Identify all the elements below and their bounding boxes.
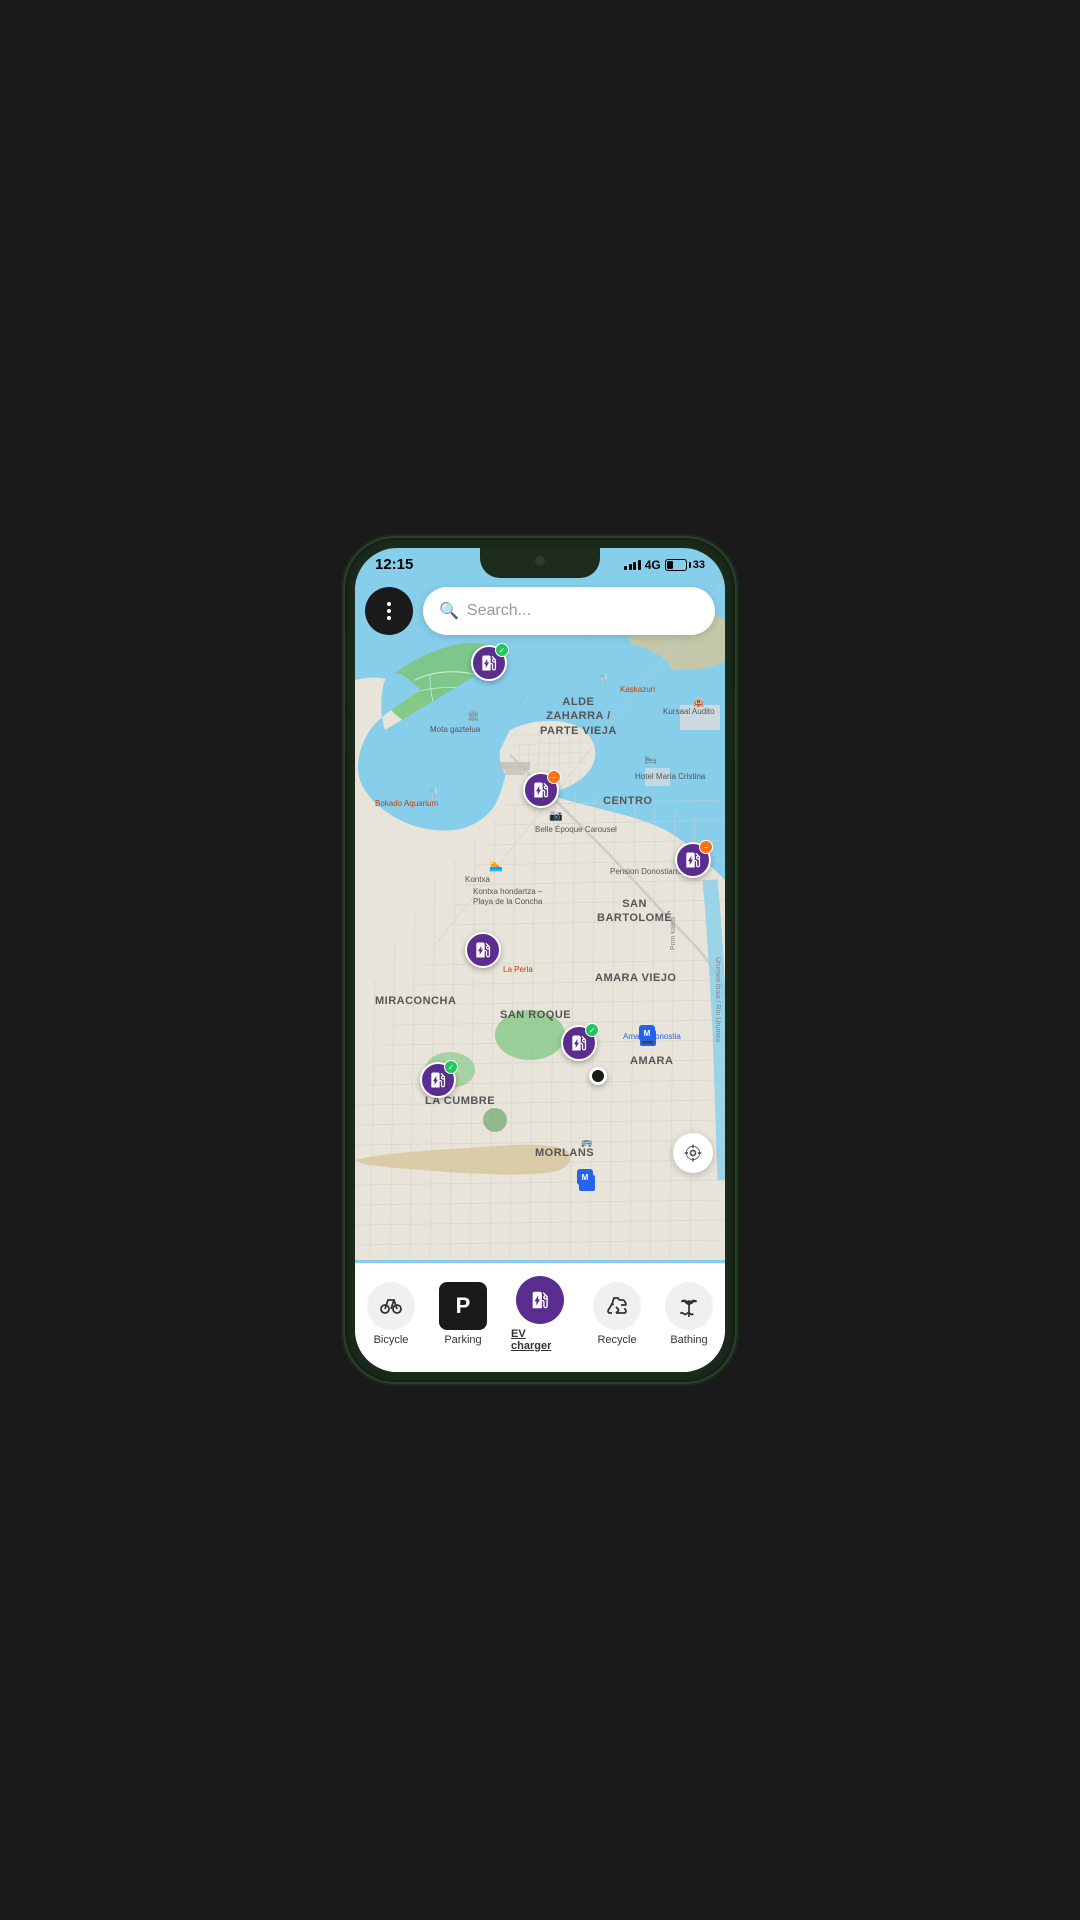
menu-button[interactable] [365, 587, 413, 635]
transit-badge-morlans: M [577, 1169, 593, 1185]
location-button[interactable] [673, 1133, 713, 1173]
ev-charger-icon [473, 940, 493, 960]
hotel-icon-kursaal: 🏨 [693, 697, 704, 708]
search-bar[interactable]: 🔍 Search... [423, 587, 715, 635]
bathing-icon [676, 1293, 702, 1319]
network-type: 4G [645, 558, 661, 572]
camera-icon-belle-epoque: 📷 [549, 809, 563, 822]
notch [480, 548, 600, 578]
bottom-nav: Bicycle P Parking EV charger [355, 1263, 725, 1372]
nav-label-parking: Parking [444, 1334, 481, 1346]
ev-charger-icon [569, 1033, 589, 1053]
parking-icon-wrap: P [439, 1282, 487, 1330]
user-location [589, 1067, 607, 1085]
recycle-icon [605, 1294, 629, 1318]
ev-marker-6[interactable]: ✓ [420, 1062, 456, 1098]
camera [535, 556, 545, 566]
ev-charger-icon [428, 1070, 448, 1090]
ev-marker-5-badge: ✓ [585, 1023, 599, 1037]
bicycle-icon-wrap [367, 1282, 415, 1330]
ev-charger-icon [683, 850, 703, 870]
nav-item-recycle[interactable]: Recycle [581, 1278, 653, 1350]
ev-marker-4[interactable] [465, 932, 501, 968]
top-controls: 🔍 Search... [365, 587, 715, 635]
nav-label-bicycle: Bicycle [374, 1334, 409, 1346]
nav-label-recycle: Recycle [597, 1334, 636, 1346]
ev-marker-3-badge: − [699, 840, 713, 854]
ev-marker-6-badge: ✓ [444, 1060, 458, 1074]
parking-icon: P [456, 1293, 471, 1319]
power-button [734, 693, 735, 758]
transit-icon-morlans: 🚌 [581, 1137, 592, 1148]
signal-icon [624, 560, 641, 570]
hotel-icon-maria: 🛏 [645, 755, 656, 766]
nav-item-bicycle[interactable]: Bicycle [355, 1278, 427, 1350]
ev-marker-1[interactable]: ✓ [471, 645, 507, 681]
ev-charger-nav-icon [529, 1289, 551, 1311]
status-icons: 4G 33 [624, 558, 705, 572]
nav-item-ev-charger[interactable]: EV charger [499, 1272, 581, 1356]
compass-icon [683, 1143, 703, 1163]
ev-marker-2[interactable]: − [523, 772, 559, 808]
nav-item-parking[interactable]: P Parking [427, 1278, 499, 1350]
search-input: Search... [467, 602, 699, 620]
battery-indicator: 33 [665, 559, 705, 571]
bathing-icon-wrap [665, 1282, 713, 1330]
battery-level: 33 [693, 559, 705, 571]
mute-button [345, 633, 346, 661]
ev-marker-3[interactable]: − [675, 842, 711, 878]
restaurant-icon-bokado: 🍴 [427, 787, 441, 800]
ev-marker-1-badge: ✓ [495, 643, 509, 657]
recycle-icon-wrap [593, 1282, 641, 1330]
restaurant-icon-kaskazuri: 🍴 [597, 673, 611, 686]
transit-badge-amara: M [639, 1025, 655, 1041]
ev-charger-icon [479, 653, 499, 673]
ev-charger-icon [531, 780, 551, 800]
ev-marker-2-badge: − [547, 770, 561, 784]
ev-charger-icon-wrap [516, 1276, 564, 1324]
status-time: 12:15 [375, 556, 413, 573]
volume-down-button [345, 718, 346, 753]
map-container[interactable]: ⬛ 🔍 Search... [355, 577, 725, 1263]
map-svg: ⬛ [355, 577, 725, 1263]
nav-label-ev-charger: EV charger [511, 1328, 569, 1352]
ev-marker-5[interactable]: ✓ [561, 1025, 597, 1061]
bicycle-icon [379, 1294, 403, 1318]
phone-screen: 12:15 4G 33 [355, 548, 725, 1372]
nav-label-bathing: Bathing [670, 1334, 707, 1346]
volume-up-button [345, 668, 346, 703]
monument-icon: 🏛 [467, 711, 480, 722]
label-river: Urumea ibaia / Río Urumea [714, 957, 721, 1042]
nav-item-bathing[interactable]: Bathing [653, 1278, 725, 1350]
search-icon: 🔍 [439, 601, 459, 621]
menu-dots-icon [387, 602, 391, 620]
swim-icon-kontxa: 🏊 [489, 859, 503, 872]
phone-frame: 12:15 4G 33 [345, 538, 735, 1382]
